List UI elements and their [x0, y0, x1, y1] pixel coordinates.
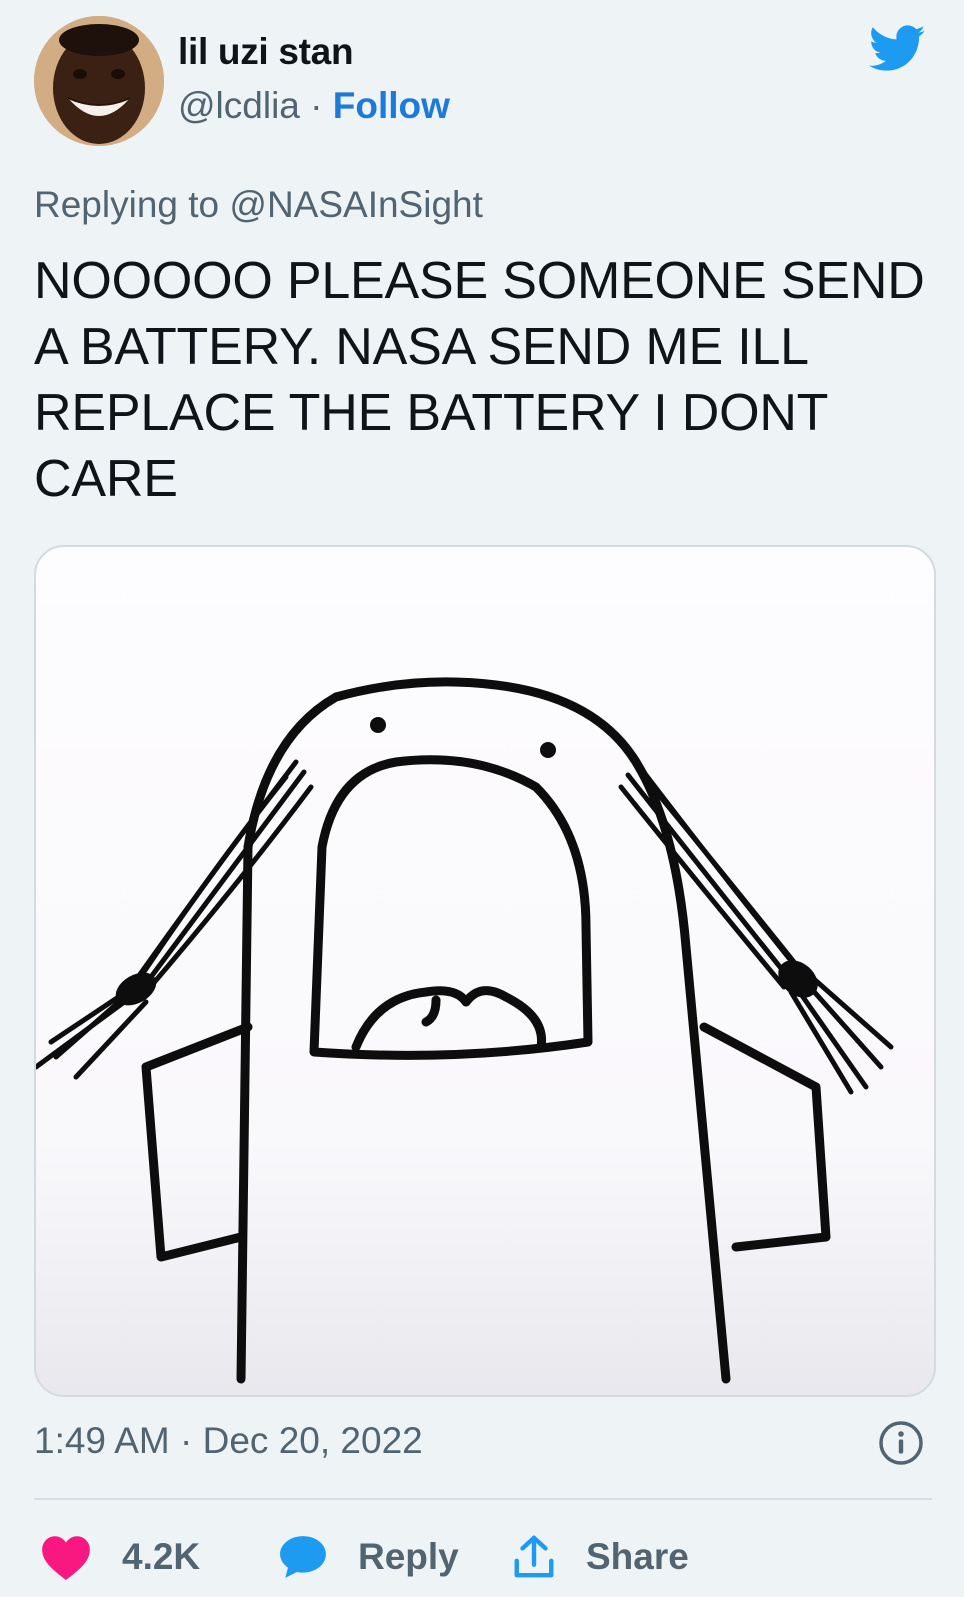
share-button[interactable]: Share [512, 1527, 689, 1587]
like-count: 4.2K [122, 1536, 201, 1577]
info-icon[interactable] [878, 1420, 924, 1466]
twitter-bird-icon[interactable] [866, 20, 930, 76]
author-info: lil uzi stan @lcdlia · Follow [178, 30, 450, 130]
separator: · [299, 85, 333, 126]
reply-label: Reply [358, 1536, 459, 1577]
avatar[interactable] [34, 16, 164, 146]
action-bar: 4.2K Reply Share [40, 1527, 940, 1587]
like-button[interactable]: 4.2K [40, 1527, 200, 1587]
replying-to[interactable]: Replying to @NASAInSight [34, 182, 483, 228]
tweet-card: lil uzi stan @lcdlia · Follow Replying t… [0, 0, 964, 1597]
tweet-image[interactable] [34, 545, 936, 1397]
timestamp[interactable]: 1:49 AM · Dec 20, 2022 [34, 1418, 423, 1464]
handle[interactable]: @lcdlia [178, 85, 300, 126]
share-icon [514, 1535, 554, 1578]
screaming-blob-drawing [36, 677, 894, 1384]
heart-icon [42, 1536, 90, 1580]
share-label: Share [586, 1536, 689, 1577]
tweet-text: NOOOOO PLEASE SOMEONE SEND A BATTERY. NA… [34, 252, 925, 508]
display-name[interactable]: lil uzi stan [178, 30, 450, 74]
follow-button[interactable]: Follow [333, 85, 450, 126]
divider [34, 1498, 932, 1500]
speech-bubble-icon [280, 1536, 326, 1578]
reply-button[interactable]: Reply [278, 1527, 459, 1587]
handle-line: @lcdlia · Follow [178, 82, 450, 130]
